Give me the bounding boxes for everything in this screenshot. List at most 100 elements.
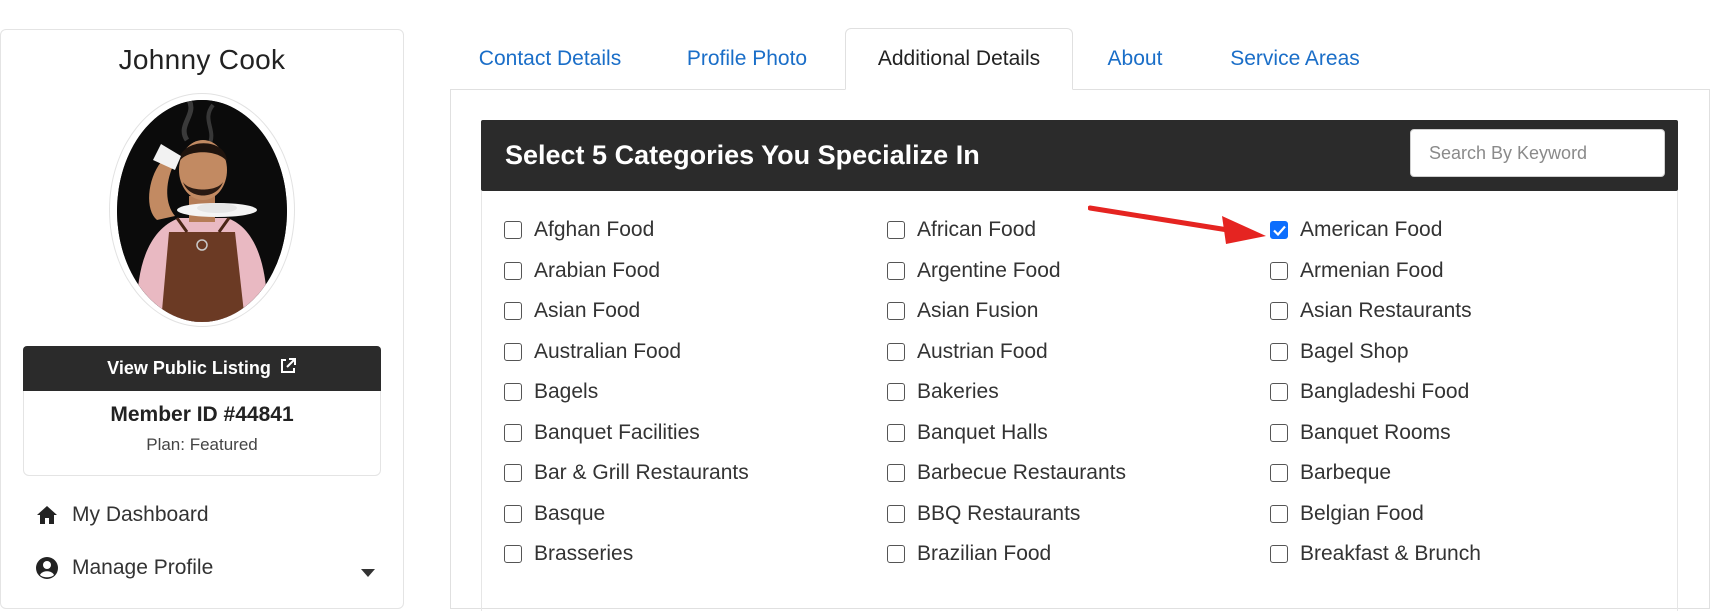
checkbox[interactable] [887,423,905,442]
checkbox[interactable] [1270,464,1288,482]
category-label: Afghan Food [534,218,655,241]
checkbox[interactable] [887,221,905,239]
category-option[interactable]: Argentine Food [887,256,1061,286]
checkbox[interactable] [887,504,905,523]
category-option[interactable]: Bangladeshi Food [1270,377,1469,407]
category-option[interactable]: Basque [504,499,605,529]
category-label: Breakfast & Brunch [1300,542,1481,565]
checkbox[interactable] [887,383,905,401]
category-option[interactable]: Belgian Food [1270,499,1424,529]
checkbox[interactable] [1270,545,1288,563]
category-label: Asian Food [534,299,641,322]
category-label: Bangladeshi Food [1300,380,1470,403]
category-option[interactable]: Banquet Rooms [1270,418,1451,448]
checkbox[interactable] [504,342,522,361]
plan-label: Plan: Featured [146,435,258,454]
category-label: BBQ Restaurants [917,501,1081,525]
nav-label: Manage Profile [72,556,214,579]
checkbox[interactable] [887,464,905,482]
category-option[interactable]: Austrian Food [887,337,1048,367]
listing-card: View Public Listing Member ID #44841 Pla… [23,346,381,476]
category-option[interactable]: Bar & Grill Restaurants [504,458,749,488]
category-label: Australian Food [534,339,682,363]
category-option[interactable]: Breakfast & Brunch [1270,539,1481,569]
checkbox-checked[interactable] [1270,221,1288,239]
category-label: Barbecue Restaurants [917,461,1126,484]
category-label: Austrian Food [917,339,1048,363]
category-label: American Food [1300,218,1443,241]
checkbox[interactable] [1270,261,1288,280]
category-label: Brasseries [534,542,634,565]
nav-my-dashboard[interactable]: My Dashboard [35,498,375,532]
category-label: Barbeque [1300,461,1392,484]
category-option[interactable]: Bakeries [887,377,999,407]
checkbox[interactable] [504,261,522,280]
checkbox[interactable] [887,261,905,280]
category-label: Bar & Grill Restaurants [534,461,749,484]
tab-service-areas[interactable]: Service Areas [1200,28,1390,90]
tab-about[interactable]: About [1085,28,1185,90]
nav-manage-profile[interactable]: Manage Profile [35,551,375,585]
checkbox[interactable] [1270,423,1288,442]
category-option[interactable]: Asian Restaurants [1270,296,1472,326]
category-option[interactable]: Afghan Food [504,215,654,245]
member-name: Johnny Cook [118,44,286,75]
checkbox[interactable] [504,423,522,442]
category-label: Banquet Rooms [1300,420,1451,444]
categories-header: Select 5 Categories You Specialize In [481,120,1678,191]
category-option[interactable]: American Food [1270,215,1442,245]
category-label: Asian Restaurants [1300,299,1472,322]
tab-contact-details[interactable]: Contact Details [450,28,650,90]
category-option[interactable]: Australian Food [504,337,681,367]
category-option[interactable]: Armenian Food [1270,256,1444,286]
checkbox[interactable] [504,545,522,563]
checkbox[interactable] [1270,383,1288,401]
checkbox[interactable] [504,504,522,523]
category-label: Basque [534,501,606,525]
category-label: Bagels [534,380,599,403]
category-label: Armenian Food [1300,258,1444,282]
category-option[interactable]: Brasseries [504,539,633,569]
category-option[interactable]: Arabian Food [504,256,660,286]
category-option[interactable]: Bagel Shop [1270,337,1409,367]
checkbox[interactable] [1270,504,1288,523]
checkbox[interactable] [504,221,522,239]
checkbox[interactable] [504,464,522,482]
checkbox[interactable] [887,545,905,563]
checkbox[interactable] [1270,302,1288,320]
category-option[interactable]: Brazilian Food [887,539,1051,569]
annotation-arrow-icon [1088,205,1266,244]
category-option[interactable]: Barbeque [1270,458,1391,488]
category-label: Bakeries [917,380,999,403]
category-option[interactable]: BBQ Restaurants [887,499,1080,529]
category-label: Asian Fusion [917,299,1039,322]
category-label: Belgian Food [1300,501,1424,525]
view-public-listing-button[interactable]: View Public Listing [23,346,381,391]
category-option[interactable]: Asian Fusion [887,296,1038,326]
category-option[interactable]: Banquet Facilities [504,418,700,448]
home-icon [35,503,59,527]
checkbox[interactable] [504,383,522,401]
user-circle-icon [35,556,59,580]
category-option[interactable]: Asian Food [504,296,640,326]
categories-list: Afghan Food African Food American Food Arab… [481,191,1678,611]
external-link-icon [279,357,297,380]
category-label: Argentine Food [917,258,1061,282]
caret-down-icon[interactable] [361,560,375,584]
category-search-input[interactable] [1410,129,1665,177]
checkbox[interactable] [887,342,905,361]
checkbox[interactable] [887,302,905,320]
category-label: Banquet Facilities [534,420,700,444]
category-option[interactable]: Banquet Halls [887,418,1048,448]
category-option[interactable]: African Food [887,215,1036,245]
category-option[interactable]: Bagels [504,377,598,407]
category-label: Banquet Halls [917,420,1048,444]
category-option[interactable]: Barbecue Restaurants [887,458,1126,488]
checkbox[interactable] [504,302,522,320]
category-label: Bagel Shop [1300,339,1409,363]
tab-additional-details[interactable]: Additional Details [845,28,1073,90]
nav-label: My Dashboard [72,503,209,526]
category-label: African Food [917,218,1037,241]
tab-profile-photo[interactable]: Profile Photo [662,28,832,90]
checkbox[interactable] [1270,342,1288,361]
